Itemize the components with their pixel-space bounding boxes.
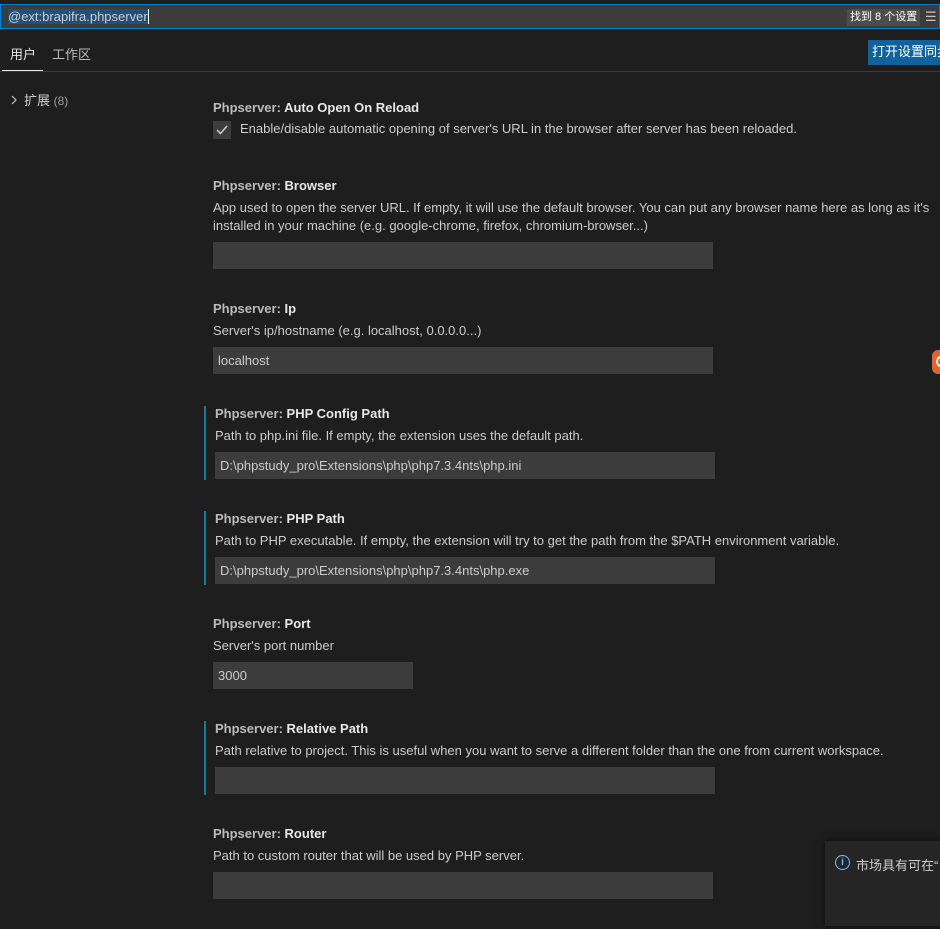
setting-title: Phpserver: Browser — [213, 178, 337, 193]
php-path-input[interactable]: D:\phpstudy_pro\Extensions\php\php7.3.4n… — [215, 557, 715, 584]
search-query: @ext:brapifra.phpserver — [8, 9, 149, 24]
browser-input[interactable] — [213, 242, 713, 269]
setting-description: Server's port number — [213, 638, 334, 653]
filter-icon[interactable]: ☰ — [925, 8, 940, 26]
setting-browser: Phpserver: Browser App used to open the … — [204, 178, 934, 273]
setting-description: Enable/disable automatic opening of serv… — [240, 121, 797, 136]
setting-title: Phpserver: Relative Path — [215, 721, 369, 736]
setting-description: Path to php.ini file. If empty, the exte… — [215, 428, 584, 443]
tabs-divider — [0, 71, 940, 72]
setting-ip: Phpserver: Ip Server's ip/hostname (e.g.… — [204, 301, 934, 376]
setting-description: App used to open the server URL. If empt… — [213, 200, 930, 233]
auto-open-checkbox[interactable] — [213, 121, 231, 139]
setting-relative-path: Phpserver: Relative Path Path relative t… — [204, 721, 936, 795]
setting-auto-open-on-reload: Phpserver: Auto Open On Reload Enable/di… — [204, 100, 934, 155]
floating-widget-icon[interactable] — [932, 350, 940, 374]
php-config-path-input[interactable]: D:\phpstudy_pro\Extensions\php\php7.3.4n… — [215, 452, 715, 479]
toc-item-label: 扩展 — [24, 93, 51, 108]
setting-php-config-path: Phpserver: PHP Config Path Path to php.i… — [204, 406, 936, 480]
checkmark-icon — [216, 125, 228, 135]
setting-php-path: Phpserver: PHP Path Path to PHP executab… — [204, 511, 936, 585]
notification-message: 市场具有可在“ — [856, 858, 939, 873]
port-input[interactable]: 3000 — [213, 662, 413, 689]
tab-workspace[interactable]: 工作区 — [52, 46, 91, 72]
info-icon: i — [835, 855, 850, 870]
setting-description: Path to PHP executable. If empty, the ex… — [215, 533, 840, 548]
chevron-right-icon — [10, 93, 20, 108]
setting-title: Phpserver: Ip — [213, 301, 297, 316]
setting-title: Phpserver: PHP Path — [215, 511, 345, 526]
search-result-count: 找到 8 个设置 — [847, 9, 921, 26]
toc-item-extensions[interactable]: 扩展 (8) — [10, 90, 68, 109]
turn-on-settings-sync-button[interactable]: 打开设置同步 — [868, 40, 940, 65]
toc-item-count: (8) — [53, 94, 69, 108]
settings-search-input[interactable]: @ext:brapifra.phpserver 找到 8 个设置 ☰ — [0, 4, 940, 29]
setting-title: Phpserver: Port — [213, 616, 311, 631]
setting-port: Phpserver: Port Server's port number 300… — [204, 616, 934, 690]
ip-input[interactable]: localhost — [213, 347, 713, 374]
tab-user[interactable]: 用户 — [10, 46, 36, 72]
setting-title: Phpserver: PHP Config Path — [215, 406, 390, 421]
notification-toast: i 市场具有可在“ — [825, 841, 940, 926]
relative-path-input[interactable] — [215, 767, 715, 794]
setting-description: Path relative to project. This is useful… — [215, 743, 884, 758]
setting-title: Phpserver: Router — [213, 826, 327, 841]
setting-title: Phpserver: Auto Open On Reload — [213, 100, 420, 115]
setting-description: Server's ip/hostname (e.g. localhost, 0.… — [213, 323, 482, 338]
router-input[interactable] — [213, 872, 713, 899]
